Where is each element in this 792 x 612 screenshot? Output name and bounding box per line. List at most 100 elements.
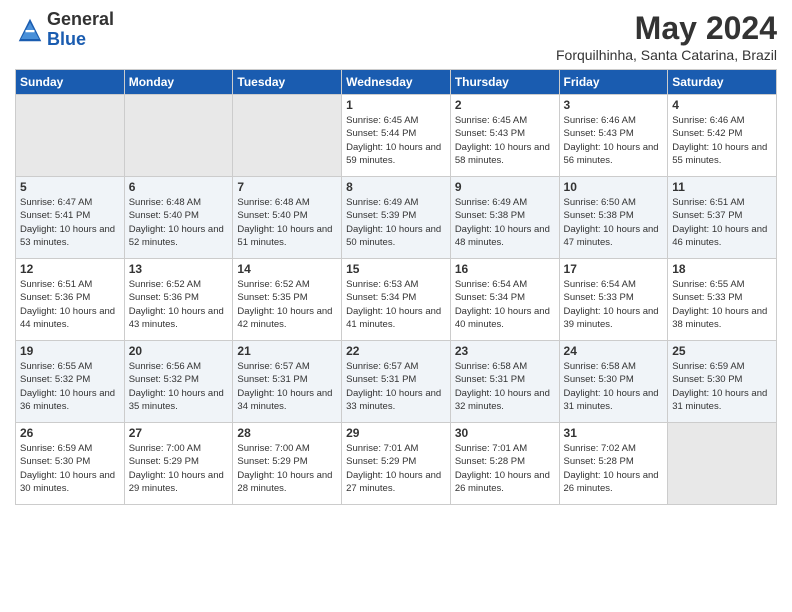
title-block: May 2024 Forquilhinha, Santa Catarina, B… xyxy=(556,10,777,63)
day-info: Sunrise: 6:45 AM Sunset: 5:44 PM Dayligh… xyxy=(346,114,446,167)
day-cell xyxy=(233,95,342,177)
day-cell: 25 Sunrise: 6:59 AM Sunset: 5:30 PM Dayli… xyxy=(668,341,777,423)
day-cell: 22Sunrise: 6:57 AM Sunset: 5:31 PM Dayli… xyxy=(342,341,451,423)
day-info: Sunrise: 6:54 AM Sunset: 5:34 PM Dayligh… xyxy=(455,278,555,331)
col-saturday: Saturday xyxy=(668,70,777,95)
day-number: 24 xyxy=(564,344,664,358)
day-number: 20 xyxy=(129,344,229,358)
day-cell: 24 Sunrise: 6:58 AM Sunset: 5:30 PM Dayli… xyxy=(559,341,668,423)
day-number: 7 xyxy=(237,180,337,194)
day-number: 23 xyxy=(455,344,555,358)
day-number: 1 xyxy=(346,98,446,112)
day-number: 31 xyxy=(564,426,664,440)
day-number: 28 xyxy=(237,426,337,440)
day-info: Sunrise: 6:57 AM Sunset: 5:31 PM Dayligh… xyxy=(346,360,446,413)
day-info: Sunrise: 6:48 AM Sunset: 5:40 PM Dayligh… xyxy=(237,196,337,249)
day-info: Sunrise: 7:01 AM Sunset: 5:29 PM Dayligh… xyxy=(346,442,446,495)
day-cell: 11Sunrise: 6:51 AM Sunset: 5:37 PM Dayli… xyxy=(668,177,777,259)
logo-text: General Blue xyxy=(47,10,114,50)
day-info: Sunrise: 6:50 AM Sunset: 5:38 PM Dayligh… xyxy=(564,196,664,249)
day-number: 5 xyxy=(20,180,120,194)
day-cell: 29 Sunrise: 7:01 AM Sunset: 5:29 PM Dayli… xyxy=(342,423,451,505)
day-cell xyxy=(668,423,777,505)
logo-blue: Blue xyxy=(47,30,114,50)
day-number: 3 xyxy=(564,98,664,112)
day-info: Sunrise: 6:46 AM Sunset: 5:42 PM Dayligh… xyxy=(672,114,772,167)
day-cell: 18Sunrise: 6:55 AM Sunset: 5:33 PM Dayli… xyxy=(668,259,777,341)
day-cell: 12Sunrise: 6:51 AM Sunset: 5:36 PM Dayli… xyxy=(16,259,125,341)
day-info: Sunrise: 6:52 AM Sunset: 5:35 PM Dayligh… xyxy=(237,278,337,331)
day-number: 4 xyxy=(672,98,772,112)
day-cell: 10 Sunrise: 6:50 AM Sunset: 5:38 PM Dayli… xyxy=(559,177,668,259)
day-cell: 17Sunrise: 6:54 AM Sunset: 5:33 PM Dayli… xyxy=(559,259,668,341)
month-year: May 2024 xyxy=(556,10,777,47)
day-info: Sunrise: 6:56 AM Sunset: 5:32 PM Dayligh… xyxy=(129,360,229,413)
calendar-page: General Blue May 2024 Forquilhinha, Sant… xyxy=(0,0,792,612)
day-info: Sunrise: 7:00 AM Sunset: 5:29 PM Dayligh… xyxy=(237,442,337,495)
day-info: Sunrise: 6:58 AM Sunset: 5:30 PM Dayligh… xyxy=(564,360,664,413)
day-number: 13 xyxy=(129,262,229,276)
day-number: 6 xyxy=(129,180,229,194)
day-cell: 27Sunrise: 7:00 AM Sunset: 5:29 PM Dayli… xyxy=(124,423,233,505)
day-number: 9 xyxy=(455,180,555,194)
calendar-table: Sunday Monday Tuesday Wednesday Thursday… xyxy=(15,69,777,505)
day-info: Sunrise: 6:46 AM Sunset: 5:43 PM Dayligh… xyxy=(564,114,664,167)
day-cell: 20 Sunrise: 6:56 AM Sunset: 5:32 PM Dayli… xyxy=(124,341,233,423)
week-row-1: 5Sunrise: 6:47 AM Sunset: 5:41 PM Daylig… xyxy=(16,177,777,259)
day-number: 29 xyxy=(346,426,446,440)
day-info: Sunrise: 6:58 AM Sunset: 5:31 PM Dayligh… xyxy=(455,360,555,413)
col-sunday: Sunday xyxy=(16,70,125,95)
col-friday: Friday xyxy=(559,70,668,95)
day-cell: 31 Sunrise: 7:02 AM Sunset: 5:28 PM Dayli… xyxy=(559,423,668,505)
day-number: 18 xyxy=(672,262,772,276)
day-cell: 4 Sunrise: 6:46 AM Sunset: 5:42 PM Daylig… xyxy=(668,95,777,177)
day-info: Sunrise: 7:02 AM Sunset: 5:28 PM Dayligh… xyxy=(564,442,664,495)
day-number: 11 xyxy=(672,180,772,194)
day-cell: 13 Sunrise: 6:52 AM Sunset: 5:36 PM Dayli… xyxy=(124,259,233,341)
day-cell: 8Sunrise: 6:49 AM Sunset: 5:39 PM Daylig… xyxy=(342,177,451,259)
location: Forquilhinha, Santa Catarina, Brazil xyxy=(556,47,777,63)
logo-icon xyxy=(15,15,45,45)
day-number: 2 xyxy=(455,98,555,112)
day-number: 14 xyxy=(237,262,337,276)
col-thursday: Thursday xyxy=(450,70,559,95)
header: General Blue May 2024 Forquilhinha, Sant… xyxy=(15,10,777,63)
day-cell: 1 Sunrise: 6:45 AM Sunset: 5:44 PM Daylig… xyxy=(342,95,451,177)
day-number: 15 xyxy=(346,262,446,276)
col-tuesday: Tuesday xyxy=(233,70,342,95)
day-number: 25 xyxy=(672,344,772,358)
day-info: Sunrise: 6:52 AM Sunset: 5:36 PM Dayligh… xyxy=(129,278,229,331)
day-cell: 3 Sunrise: 6:46 AM Sunset: 5:43 PM Daylig… xyxy=(559,95,668,177)
day-number: 21 xyxy=(237,344,337,358)
week-row-4: 26 Sunrise: 6:59 AM Sunset: 5:30 PM Dayli… xyxy=(16,423,777,505)
day-cell xyxy=(16,95,125,177)
day-info: Sunrise: 6:59 AM Sunset: 5:30 PM Dayligh… xyxy=(20,442,120,495)
logo-general: General xyxy=(47,10,114,30)
day-number: 26 xyxy=(20,426,120,440)
day-info: Sunrise: 6:49 AM Sunset: 5:38 PM Dayligh… xyxy=(455,196,555,249)
day-info: Sunrise: 6:57 AM Sunset: 5:31 PM Dayligh… xyxy=(237,360,337,413)
day-cell: 16 Sunrise: 6:54 AM Sunset: 5:34 PM Dayli… xyxy=(450,259,559,341)
day-info: Sunrise: 7:01 AM Sunset: 5:28 PM Dayligh… xyxy=(455,442,555,495)
day-cell: 5Sunrise: 6:47 AM Sunset: 5:41 PM Daylig… xyxy=(16,177,125,259)
day-cell xyxy=(124,95,233,177)
col-wednesday: Wednesday xyxy=(342,70,451,95)
day-info: Sunrise: 6:59 AM Sunset: 5:30 PM Dayligh… xyxy=(672,360,772,413)
day-cell: 30 Sunrise: 7:01 AM Sunset: 5:28 PM Dayli… xyxy=(450,423,559,505)
day-info: Sunrise: 6:53 AM Sunset: 5:34 PM Dayligh… xyxy=(346,278,446,331)
day-number: 16 xyxy=(455,262,555,276)
day-cell: 14 Sunrise: 6:52 AM Sunset: 5:35 PM Dayli… xyxy=(233,259,342,341)
day-cell: 9 Sunrise: 6:49 AM Sunset: 5:38 PM Daylig… xyxy=(450,177,559,259)
day-cell: 7 Sunrise: 6:48 AM Sunset: 5:40 PM Daylig… xyxy=(233,177,342,259)
col-monday: Monday xyxy=(124,70,233,95)
day-cell: 6 Sunrise: 6:48 AM Sunset: 5:40 PM Daylig… xyxy=(124,177,233,259)
day-number: 12 xyxy=(20,262,120,276)
header-row: Sunday Monday Tuesday Wednesday Thursday… xyxy=(16,70,777,95)
day-cell: 15 Sunrise: 6:53 AM Sunset: 5:34 PM Dayli… xyxy=(342,259,451,341)
day-cell: 28 Sunrise: 7:00 AM Sunset: 5:29 PM Dayli… xyxy=(233,423,342,505)
day-number: 8 xyxy=(346,180,446,194)
day-number: 30 xyxy=(455,426,555,440)
week-row-2: 12Sunrise: 6:51 AM Sunset: 5:36 PM Dayli… xyxy=(16,259,777,341)
day-number: 10 xyxy=(564,180,664,194)
day-info: Sunrise: 6:48 AM Sunset: 5:40 PM Dayligh… xyxy=(129,196,229,249)
